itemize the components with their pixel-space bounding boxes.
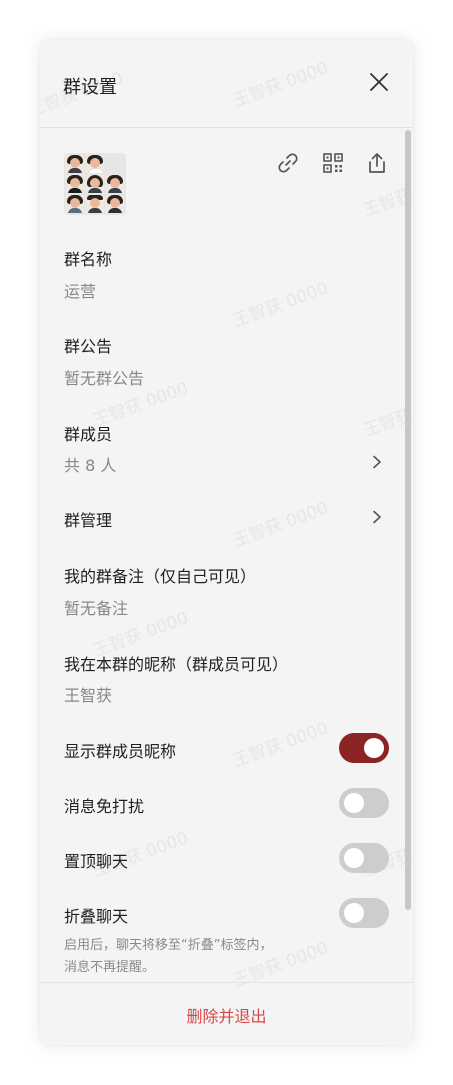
fold-hint-line: 启用后，聊天将移至“折叠”标签内， (64, 938, 273, 953)
fold-hint-line: 消息不再提醒。 (64, 960, 156, 975)
announcement-value: 暂无群公告 (64, 369, 145, 388)
fold-label: 折叠聊天 (64, 907, 129, 926)
members-count: 共 8 人 (64, 456, 117, 475)
member-avatar (86, 175, 104, 193)
toggle-knob (344, 903, 364, 923)
panel-header: 群设置 (40, 40, 413, 128)
fold-hint: 启用后，聊天将移至“折叠”标签内， 消息不再提醒。 (64, 935, 344, 979)
pin-toggle[interactable] (339, 843, 389, 873)
group-avatar[interactable] (64, 153, 126, 215)
toggle-knob (364, 738, 384, 758)
toggle-knob (344, 793, 364, 813)
member-avatar (106, 195, 124, 213)
members-label: 群成员 (64, 425, 113, 444)
watermark-text: 王智获 0000 (230, 718, 331, 772)
member-avatar (106, 155, 124, 173)
delete-and-exit-button[interactable]: 删除并退出 (40, 983, 413, 1045)
close-icon[interactable] (367, 70, 391, 94)
qrcode-icon[interactable] (321, 151, 345, 175)
group-name-label: 群名称 (64, 250, 113, 269)
share-icon[interactable] (365, 151, 389, 175)
member-avatar (66, 195, 84, 213)
show-nickname-toggle[interactable] (339, 733, 389, 763)
chevron-right-icon[interactable] (370, 510, 384, 524)
my-remark-label: 我的群备注（仅自己可见） (64, 567, 257, 586)
link-icon[interactable] (276, 151, 300, 175)
member-avatar (86, 195, 104, 213)
panel-title: 群设置 (63, 77, 117, 98)
member-avatar (66, 155, 84, 173)
fold-toggle[interactable] (339, 898, 389, 928)
chevron-right-icon[interactable] (370, 455, 384, 469)
scrollbar-thumb[interactable] (405, 130, 411, 910)
my-nickname-label: 我在本群的昵称（群成员可见） (64, 655, 289, 674)
member-avatar (66, 175, 84, 193)
group-name-value: 运营 (64, 282, 97, 301)
toggle-knob (344, 848, 364, 868)
my-remark-value: 暂无备注 (64, 599, 129, 618)
member-avatar (86, 155, 104, 173)
mute-toggle[interactable] (339, 788, 389, 818)
panel-footer: 删除并退出 (40, 982, 413, 1045)
watermark-text: 王智获 0000 (230, 498, 331, 552)
member-avatar (106, 175, 124, 193)
announcement-label: 群公告 (64, 337, 113, 356)
watermark-text: 王智获 0000 (230, 278, 331, 332)
group-settings-panel: 王智获 0000 王智获 0000 王智获 0000 王智获 0000 王智获 … (40, 40, 413, 1045)
manage-label: 群管理 (64, 511, 113, 530)
scrollbar[interactable] (405, 130, 411, 910)
my-nickname-value: 王智获 (64, 686, 113, 705)
pin-label: 置顶聊天 (64, 852, 129, 871)
mute-label: 消息免打扰 (64, 797, 145, 816)
show-nickname-label: 显示群成员昵称 (64, 742, 177, 761)
